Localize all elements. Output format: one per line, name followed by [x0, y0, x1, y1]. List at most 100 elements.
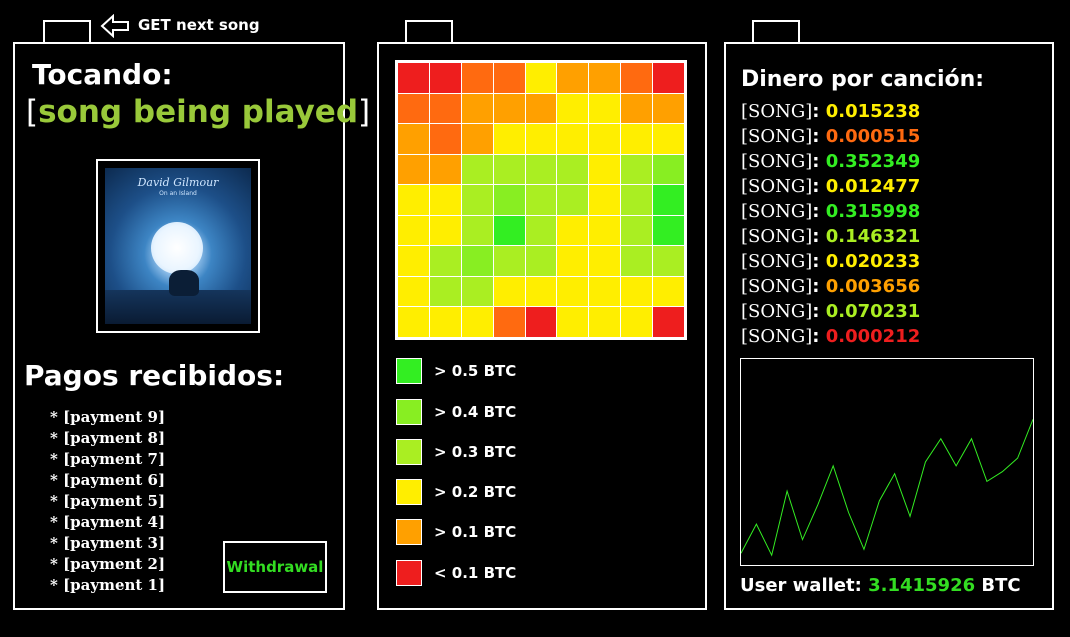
song-separator: :	[812, 176, 826, 197]
legend-label: > 0.2 BTC	[434, 483, 517, 501]
song-earning-value: 0.070231	[825, 301, 921, 322]
heatmap-cell	[493, 63, 525, 93]
heatmap-cell	[461, 154, 493, 185]
legend-label: < 0.1 BTC	[434, 564, 517, 582]
heatmap-cell	[653, 215, 684, 246]
heatmap-cell	[398, 246, 429, 276]
heatmap-cell	[653, 276, 684, 307]
heatmap-cell	[429, 276, 461, 307]
album-cover-image: David Gilmour On an Island	[105, 168, 251, 324]
heatmap-cell	[653, 124, 684, 154]
heatmap-cell	[589, 93, 621, 124]
song-earning-value: 0.000212	[825, 326, 921, 347]
wallet-label: User wallet:	[740, 575, 862, 596]
heatmap-cell	[461, 93, 493, 124]
heatmap-cell	[429, 246, 461, 276]
song-tag: [SONG]	[741, 126, 813, 147]
get-next-song-button[interactable]: GET next song	[138, 16, 260, 34]
heatmap-cell	[398, 93, 429, 124]
legend-label: > 0.4 BTC	[434, 403, 517, 421]
wallet-unit: BTC	[981, 575, 1021, 596]
song-tag: [SONG]	[741, 326, 813, 347]
heatmap-cell	[429, 185, 461, 215]
album-figure-shape	[169, 270, 199, 296]
song-earning-item: [SONG]: 0.000212	[741, 324, 920, 349]
legend-label: > 0.1 BTC	[434, 523, 517, 541]
song-tag: [SONG]	[741, 176, 813, 197]
heatmap-cell	[429, 63, 461, 93]
payment-item: * [payment 2]	[50, 555, 166, 573]
heatmap-cell	[621, 246, 653, 276]
heatmap-cell	[525, 276, 557, 307]
heatmap-cell	[589, 185, 621, 215]
payment-item: * [payment 8]	[50, 429, 166, 447]
heatmap-cell	[589, 215, 621, 246]
heatmap-cell	[461, 215, 493, 246]
heatmap-cell	[653, 154, 684, 185]
legend-swatch	[396, 479, 422, 505]
heatmap-cell	[398, 63, 429, 93]
heatmap-cell	[398, 215, 429, 246]
album-moon-shape	[151, 222, 203, 274]
middle-panel-tab	[405, 20, 453, 44]
heatmap-cell	[429, 154, 461, 185]
heatmap-cell	[429, 93, 461, 124]
heatmap-cell	[429, 307, 461, 337]
heatmap-cell	[493, 93, 525, 124]
song-earning-item: [SONG]: 0.015238	[741, 99, 920, 124]
heatmap-cell	[398, 124, 429, 154]
album-artist-text: David Gilmour	[137, 176, 219, 189]
heatmap-cell	[493, 307, 525, 337]
heatmap-cell	[557, 154, 589, 185]
song-earning-item: [SONG]: 0.003656	[741, 274, 920, 299]
heatmap-cell	[589, 246, 621, 276]
song-earning-value: 0.020233	[825, 251, 921, 272]
legend-label: > 0.3 BTC	[434, 443, 517, 461]
heatmap-cell	[525, 93, 557, 124]
heatmap-cell	[461, 185, 493, 215]
payment-item: * [payment 9]	[50, 408, 166, 426]
payment-item: * [payment 7]	[50, 450, 166, 468]
legend-label: > 0.5 BTC	[434, 362, 517, 380]
song-separator: :	[812, 251, 826, 272]
song-earning-value: 0.000515	[825, 126, 921, 147]
heatmap-cell	[461, 307, 493, 337]
legend-swatch	[396, 560, 422, 586]
song-earning-item: [SONG]: 0.315998	[741, 199, 920, 224]
song-earning-value: 0.352349	[825, 151, 921, 172]
song-earning-item: [SONG]: 0.070231	[741, 299, 920, 324]
wallet-history-chart	[740, 358, 1034, 566]
song-earning-item: [SONG]: 0.000515	[741, 124, 920, 149]
heatmap-cell	[653, 185, 684, 215]
song-separator: :	[812, 201, 826, 222]
heatmap-cell	[398, 307, 429, 337]
legend-swatch	[396, 519, 422, 545]
song-separator: :	[812, 151, 826, 172]
legend-swatch	[396, 358, 422, 384]
back-arrow-icon[interactable]	[100, 14, 130, 38]
heatmap-cell	[461, 276, 493, 307]
earnings-heading: Dinero por canción:	[741, 67, 985, 92]
song-earning-item: [SONG]: 0.020233	[741, 249, 920, 274]
heatmap-cell	[589, 63, 621, 93]
heatmap-cell	[461, 246, 493, 276]
heatmap-cell	[493, 154, 525, 185]
heatmap-cell	[429, 124, 461, 154]
heatmap-cell	[557, 276, 589, 307]
heatmap-cell	[398, 276, 429, 307]
song-tag: [SONG]	[741, 301, 813, 322]
withdrawal-button[interactable]: Withdrawal	[223, 541, 327, 593]
song-separator: :	[812, 101, 826, 122]
earnings-heatmap	[395, 60, 687, 340]
heatmap-cell	[525, 185, 557, 215]
song-earnings-list: [SONG]: 0.015238 [SONG]: 0.000515 [SONG]: …	[741, 99, 920, 349]
song-tag: [SONG]	[741, 151, 813, 172]
legend-swatch	[396, 399, 422, 425]
heatmap-cell	[557, 63, 589, 93]
heatmap-cell	[621, 215, 653, 246]
song-earning-value: 0.146321	[825, 226, 921, 247]
heatmap-cell	[621, 63, 653, 93]
heatmap-cell	[621, 154, 653, 185]
song-separator: :	[812, 326, 826, 347]
heatmap-cell	[557, 215, 589, 246]
